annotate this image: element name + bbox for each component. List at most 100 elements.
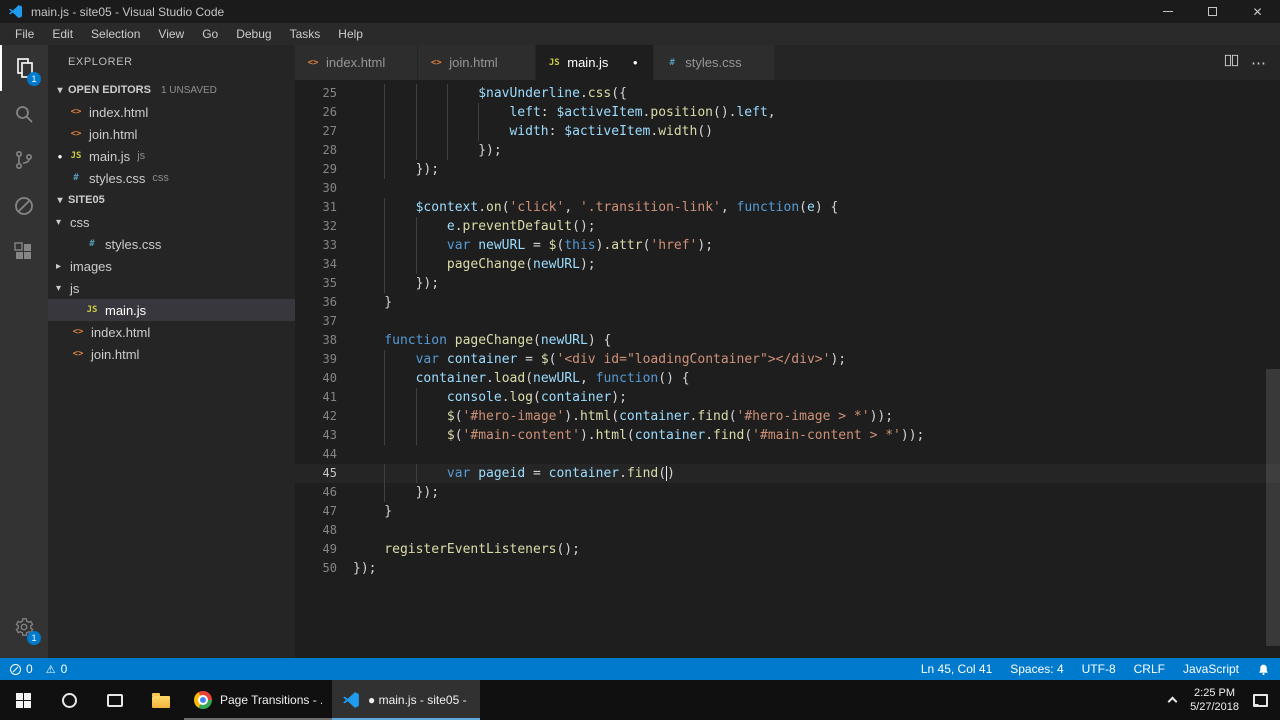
line-number: 29 [322,162,337,176]
unsaved-badge: 1 UNSAVED [160,84,217,96]
debug-icon[interactable] [0,183,48,229]
code-line-49[interactable]: 49 registerEventListeners(); [295,540,1280,559]
code-line-35[interactable]: 35}); [295,274,1280,293]
code-line-25[interactable]: 25 $navUnderline.css({ [295,84,1280,103]
tab-styles.css[interactable]: # styles.css [654,45,775,80]
taskbar-app-vscode[interactable]: ● main.js - site05 - ... [332,680,480,720]
minimize-button[interactable] [1145,0,1190,23]
menu-item-help[interactable]: Help [329,23,372,45]
code-line-47[interactable]: 47} [295,502,1280,521]
status-indentation[interactable]: Spaces: 4 [1010,662,1063,676]
code-line-30[interactable]: 30 [295,179,1280,198]
status-line-col[interactable]: Ln 45, Col 41 [921,662,992,676]
tray-chevron-up-icon[interactable] [1167,696,1178,707]
settings-gear-icon[interactable]: 1 [0,604,48,650]
search-icon[interactable] [0,91,48,137]
tree-folder-js[interactable]: ▾ js [48,277,295,299]
file-tree: ▾ css # styles.css ▸ images ▾ js JS main.js <> inde… [48,211,295,365]
status-eol[interactable]: CRLF [1134,662,1165,676]
code-line-39[interactable]: 39 var container = $('<div id="loadingCon… [295,350,1280,369]
code-line-31[interactable]: 31 $context.on('click', '.transition-link… [295,198,1280,217]
tree-file-index.html[interactable]: <> index.html [48,321,295,343]
code-line-50[interactable]: 50}); [295,559,1280,578]
code-line-29[interactable]: 29}); [295,160,1280,179]
scrollbar-thumb[interactable] [1266,369,1280,647]
menu-item-go[interactable]: Go [193,23,227,45]
code-lines: 25 $navUnderline.css({26 left: $activeItem… [295,84,1280,578]
tab-main.js[interactable]: JS main.js ● [536,45,655,80]
taskbar-app-browser[interactable]: Page Transitions - ... [184,680,332,720]
editor-area: <> index.html <> join.html JS main.js ● # styles… [295,45,1280,658]
code-line-38[interactable]: 38 function pageChange(newURL) { [295,331,1280,350]
code-line-37[interactable]: 37 [295,312,1280,331]
line-content [337,312,353,331]
line-content: var pageid = container.find() [337,464,675,483]
folder-section-header[interactable]: ▾ SITE05 [48,189,295,211]
close-button[interactable]: ✕ [1235,0,1280,23]
code-line-45[interactable]: 45 var pageid = container.find() [295,464,1280,483]
open-editor-main.js[interactable]: ● JS main.js js [48,145,295,167]
menu-item-selection[interactable]: Selection [82,23,149,45]
menu-item-edit[interactable]: Edit [43,23,82,45]
status-language[interactable]: JavaScript [1183,662,1239,676]
explorer-badge: 1 [27,72,41,86]
taskbar-clock[interactable]: 2:25 PM 5/27/2018 [1190,686,1239,714]
open-editor-styles.css[interactable]: # styles.css css [48,167,295,189]
code-line-44[interactable]: 44 [295,445,1280,464]
tab-index.html[interactable]: <> index.html [295,45,419,80]
code-line-33[interactable]: 33 var newURL = $(this).attr('href'); [295,236,1280,255]
menu-item-view[interactable]: View [149,23,193,45]
code-line-42[interactable]: 42 $('#hero-image').html(container.find('… [295,407,1280,426]
cortana-search-button[interactable] [46,680,92,720]
open-editor-join.html[interactable]: <> join.html [48,123,295,145]
problems-status[interactable]: 0 ⚠ 0 [10,662,67,676]
start-button[interactable] [0,680,46,720]
open-editor-index.html[interactable]: <> index.html [48,101,295,123]
tree-file-main.js[interactable]: JS main.js [48,299,295,321]
code-line-32[interactable]: 32 e.preventDefault(); [295,217,1280,236]
line-number: 34 [322,257,337,271]
file-explorer-button[interactable] [138,680,184,720]
code-line-27[interactable]: 27 width: $activeItem.width() [295,122,1280,141]
code-line-26[interactable]: 26 left: $activeItem.position().left, [295,103,1280,122]
line-content: console.log(container); [337,388,627,407]
code-line-41[interactable]: 41 console.log(container); [295,388,1280,407]
maximize-button[interactable] [1190,0,1235,23]
split-editor-icon[interactable] [1224,53,1239,72]
explorer-icon[interactable]: 1 [0,45,48,91]
task-view-button[interactable] [92,680,138,720]
code-editor[interactable]: 25 $navUnderline.css({26 left: $activeItem… [295,80,1280,658]
tab-join.html[interactable]: <> join.html [418,45,537,80]
line-number: 44 [322,447,337,461]
tree-folder-css[interactable]: ▾ css [48,211,295,233]
more-actions-icon[interactable]: ⋯ [1251,54,1266,72]
menu-item-debug[interactable]: Debug [227,23,280,45]
extensions-icon[interactable] [0,229,48,275]
status-encoding[interactable]: UTF-8 [1082,662,1116,676]
source-control-icon[interactable] [0,137,48,183]
line-content: }); [337,141,502,160]
errors-count: 0 [26,662,33,676]
notifications-bell-icon[interactable] [1257,663,1270,676]
menu-item-file[interactable]: File [6,23,43,45]
code-line-36[interactable]: 36} [295,293,1280,312]
status-bar: 0 ⚠ 0 Ln 45, Col 41 Spaces: 4 UTF-8 CRLF… [0,658,1280,680]
code-line-34[interactable]: 34 pageChange(newURL); [295,255,1280,274]
action-center-icon[interactable] [1253,693,1268,707]
menu-item-tasks[interactable]: Tasks [281,23,330,45]
tree-folder-images[interactable]: ▸ images [48,255,295,277]
minimap[interactable]: $navUnderline.css({left: $activeItem.pos… [1156,80,1266,169]
line-number: 50 [322,561,337,575]
code-line-48[interactable]: 48 [295,521,1280,540]
status-right: Ln 45, Col 41 Spaces: 4 UTF-8 CRLF JavaS… [921,662,1270,676]
tree-file-join.html[interactable]: <> join.html [48,343,295,365]
code-line-40[interactable]: 40 container.load(newURL, function() { [295,369,1280,388]
clock-date: 5/27/2018 [1190,701,1239,713]
tree-file-styles.css[interactable]: # styles.css [48,233,295,255]
editor-scrollbar[interactable] [1266,80,1280,658]
file-name: main.js [89,148,131,164]
open-editors-header[interactable]: ▾ OPEN EDITORS 1 UNSAVED [48,79,295,101]
code-line-46[interactable]: 46}); [295,483,1280,502]
code-line-43[interactable]: 43 $('#main-content').html(container.find… [295,426,1280,445]
code-line-28[interactable]: 28}); [295,141,1280,160]
